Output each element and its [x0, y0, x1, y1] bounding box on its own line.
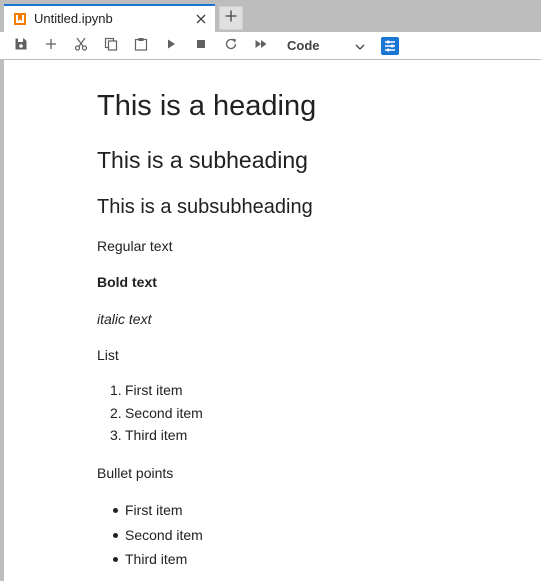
bullet-dot-icon: [113, 532, 118, 538]
bullet-dot-icon: [113, 557, 118, 562]
list-item-number: 2.: [110, 404, 122, 421]
tab-title: Untitled.ipynb: [34, 11, 113, 26]
copy-button[interactable]: [102, 37, 120, 55]
save-button[interactable]: [12, 37, 30, 55]
italic-text: italic text: [97, 311, 152, 327]
run-button[interactable]: [162, 37, 180, 55]
bullet-item-text: Third item: [125, 551, 188, 567]
tab-bar: Untitled.ipynb: [0, 0, 541, 32]
bullet-dot-icon: [113, 508, 118, 513]
list-item-text: Third item: [125, 427, 188, 443]
interrupt-button[interactable]: [192, 37, 210, 55]
heading: This is a heading: [97, 90, 317, 122]
notebook-app: Untitled.ipynb Code This is a heading Th…: [0, 0, 541, 581]
cell-type-select[interactable]: Code: [281, 35, 369, 57]
bullet-item-text: First item: [125, 502, 183, 518]
add-cell-icon: [44, 37, 58, 56]
regular-text: Regular text: [97, 238, 173, 254]
run-all-button[interactable]: [252, 37, 270, 55]
paste-button[interactable]: [132, 37, 150, 55]
cut-icon: [74, 37, 88, 56]
bold-text: Bold text: [97, 274, 157, 290]
copy-icon: [104, 37, 118, 56]
list-item-text: Second item: [125, 404, 203, 421]
subheading: This is a subheading: [97, 147, 308, 173]
restart-icon: [224, 37, 238, 56]
plus-icon: [224, 9, 238, 28]
property-inspector-icon: [381, 40, 399, 59]
list-item-number: 1.: [110, 382, 122, 398]
cell-type-value: Code: [287, 38, 320, 53]
paste-icon: [134, 37, 148, 56]
list-item-text: First item: [125, 382, 183, 398]
new-tab-button[interactable]: [219, 6, 243, 30]
list-title: List: [97, 347, 119, 363]
chevron-down-icon: [354, 40, 366, 52]
run-all-icon: [254, 37, 268, 56]
notebook-icon: [13, 12, 27, 26]
cell-gutter: [0, 60, 4, 581]
property-inspector-button[interactable]: [381, 37, 399, 55]
subsubheading: This is a subsubheading: [97, 196, 313, 218]
close-icon[interactable]: [194, 12, 208, 26]
stop-icon: [194, 37, 208, 56]
notebook-toolbar: Code: [0, 32, 541, 60]
cut-button[interactable]: [72, 37, 90, 55]
restart-button[interactable]: [222, 37, 240, 55]
save-icon: [14, 37, 28, 56]
run-icon: [164, 37, 178, 56]
bullets-title: Bullet points: [97, 465, 174, 481]
list-item-number: 3.: [110, 427, 122, 443]
insert-cell-button[interactable]: [42, 37, 60, 55]
bullet-item-text: Second item: [125, 526, 203, 543]
tab-untitled-notebook[interactable]: Untitled.ipynb: [4, 4, 215, 32]
